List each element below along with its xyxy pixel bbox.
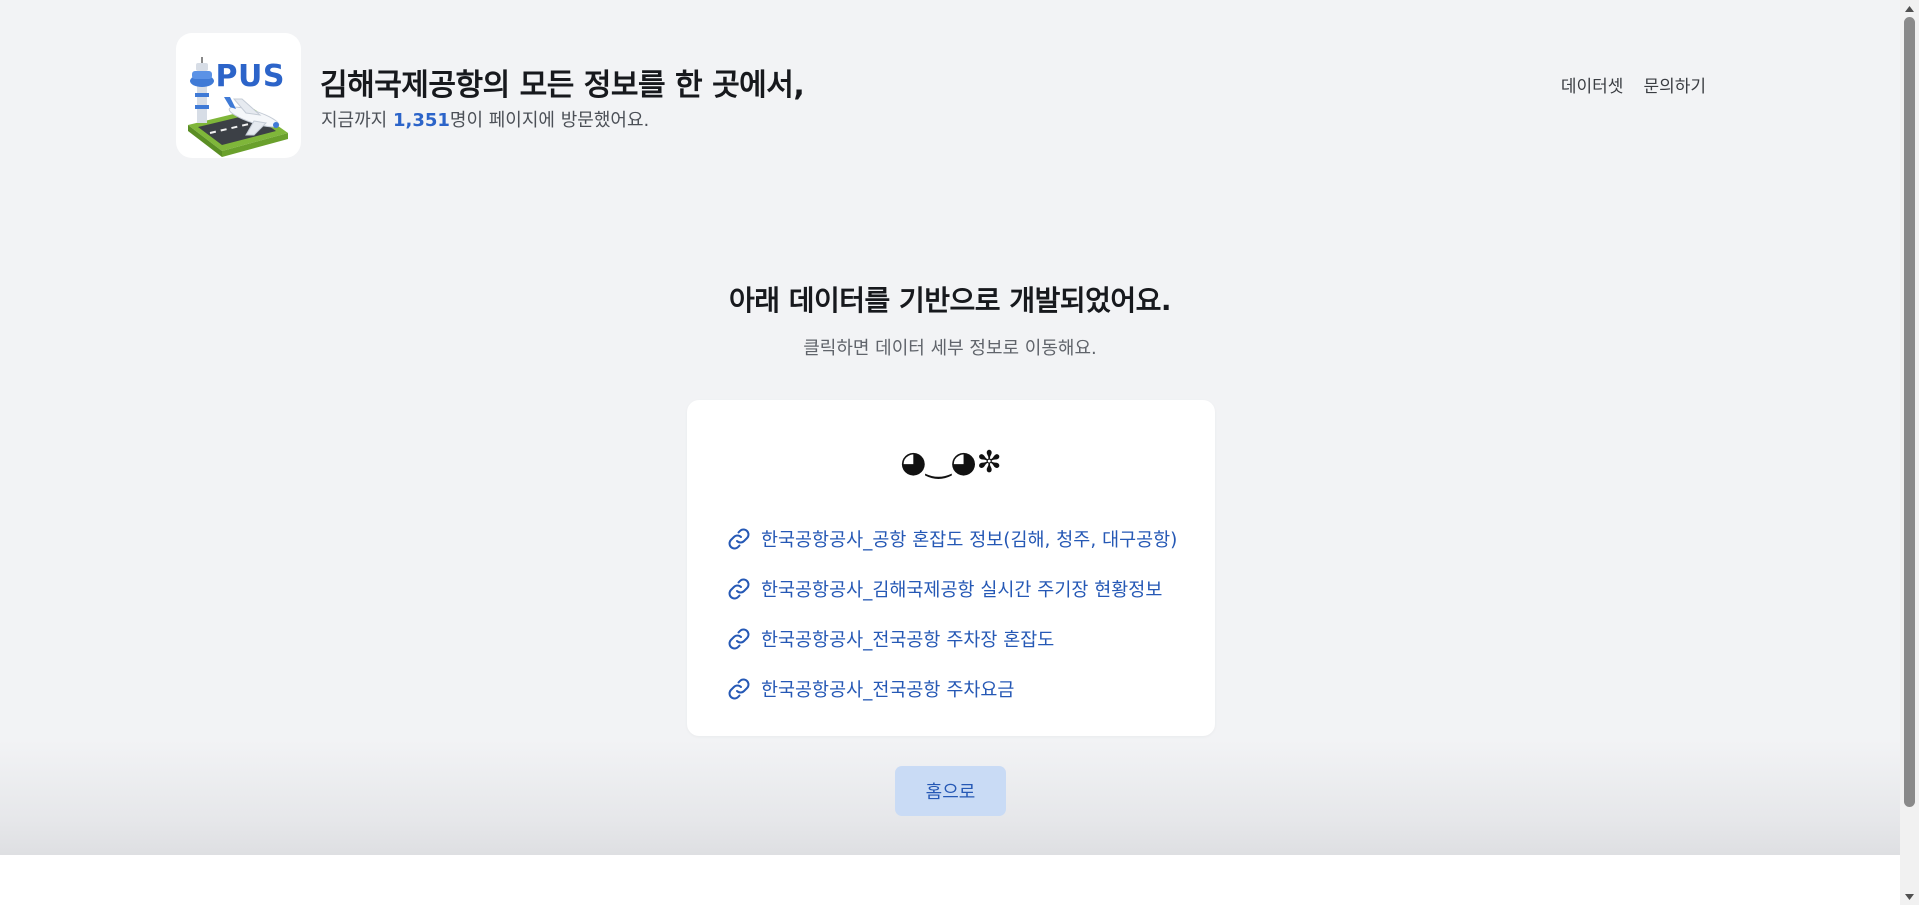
- dataset-card: ◕‿◕✼ 한국공항공사_공항 혼잡도 정보(김해, 청주, 대구공항) 한국공항…: [687, 400, 1215, 736]
- link-icon: [728, 528, 750, 550]
- nav-contact-link[interactable]: 문의하기: [1643, 72, 1706, 97]
- visitor-suffix: 명이 페이지에 방문했어요.: [449, 110, 650, 131]
- dataset-link-label: 한국공항공사_전국공항 주차요금: [761, 680, 1015, 701]
- visitor-counter: 지금까지 1,351명이 페이지에 방문했어요.: [321, 106, 649, 132]
- dataset-link-label: 한국공항공사_전국공항 주차장 혼잡도: [761, 630, 1055, 651]
- dataset-link-list: 한국공항공사_공항 혼잡도 정보(김해, 청주, 대구공항) 한국공항공사_김해…: [727, 514, 1177, 714]
- dataset-link-congestion[interactable]: 한국공항공사_공항 혼잡도 정보(김해, 청주, 대구공항): [727, 514, 1177, 564]
- link-icon: [728, 628, 750, 650]
- app-logo[interactable]: PUS: [176, 33, 301, 158]
- airport-illustration-icon: [188, 57, 288, 157]
- section-subtitle: 클릭하면 데이터 세부 정보로 이동해요.: [803, 338, 1097, 359]
- home-button[interactable]: 홈으로: [895, 766, 1006, 816]
- dataset-link-parking-fee[interactable]: 한국공항공사_전국공항 주차요금: [727, 664, 1177, 714]
- link-icon: [728, 678, 750, 700]
- vertical-scrollbar[interactable]: [1900, 0, 1919, 905]
- scrollbar-thumb[interactable]: [1904, 17, 1915, 807]
- dataset-link-parking-congestion[interactable]: 한국공항공사_전국공항 주차장 혼잡도: [727, 614, 1177, 664]
- scroll-up-arrow-icon[interactable]: [1900, 0, 1919, 17]
- logo-text: PUS: [215, 59, 285, 94]
- top-nav: 데이터셋 문의하기: [1561, 72, 1706, 97]
- section-title: 아래 데이터를 기반으로 개발되었어요.: [728, 284, 1172, 317]
- visitor-prefix: 지금까지: [321, 110, 393, 131]
- kaomoji-face: ◕‿◕✼: [900, 445, 1002, 480]
- link-icon: [728, 578, 750, 600]
- nav-dataset-link[interactable]: 데이터셋: [1561, 72, 1624, 97]
- page-title: 김해국제공항의 모든 정보를 한 곳에서,: [320, 68, 805, 103]
- scroll-down-arrow-icon[interactable]: [1900, 888, 1919, 905]
- footer-area: [0, 855, 1900, 905]
- page-background: PUS 김해국제공항의 모든 정보를 한 곳에서, 지금까지 1,351명이 페…: [0, 0, 1900, 855]
- visitor-count: 1,351: [392, 110, 450, 131]
- dataset-link-apron[interactable]: 한국공항공사_김해국제공항 실시간 주기장 현황정보: [727, 564, 1177, 614]
- dataset-link-label: 한국공항공사_김해국제공항 실시간 주기장 현황정보: [761, 580, 1163, 601]
- dataset-link-label: 한국공항공사_공항 혼잡도 정보(김해, 청주, 대구공항): [761, 530, 1178, 551]
